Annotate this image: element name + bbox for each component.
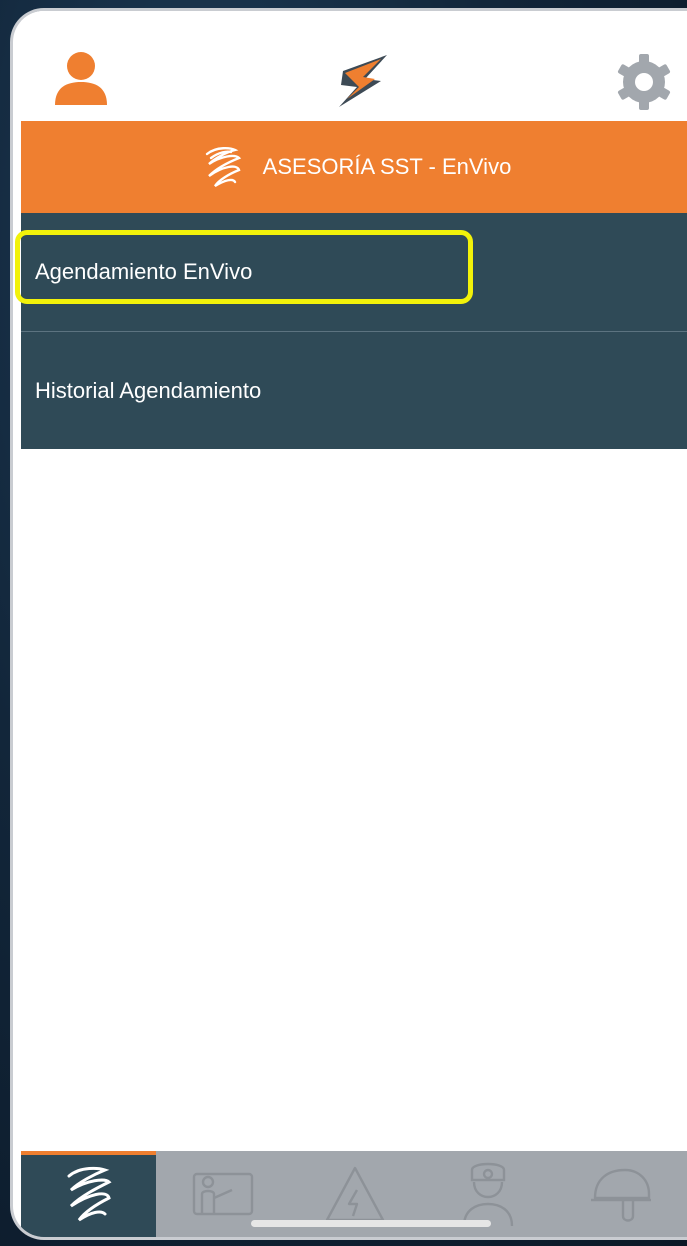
menu-item-historial-agendamiento[interactable]: Historial Agendamiento — [21, 331, 687, 449]
safety-helmet-icon — [590, 1168, 651, 1222]
menu-item-label: Agendamiento EnVivo — [35, 259, 253, 284]
menu-list: Agendamiento EnVivo Historial Agendamien… — [15, 213, 687, 449]
presentation-icon — [193, 1172, 254, 1216]
electric-hazard-icon — [325, 1166, 385, 1222]
gear-icon[interactable] — [615, 53, 673, 111]
menu-item-label: Historial Agendamiento — [35, 377, 262, 403]
scribble-icon — [67, 1166, 112, 1222]
doctor-icon — [462, 1162, 514, 1227]
app-logo-icon[interactable] — [331, 51, 391, 111]
home-indicator[interactable] — [251, 1220, 491, 1227]
app-screen: ASESORÍA SST - EnVivo Agendamiento EnViv… — [15, 11, 687, 1237]
scribble-icon — [205, 147, 241, 188]
bottom-tab-bar — [21, 1151, 687, 1237]
tab-seguridad[interactable] — [554, 1151, 687, 1237]
user-icon[interactable] — [51, 51, 111, 106]
tab-asesoria[interactable] — [21, 1151, 156, 1237]
menu-item-agendamiento-envivo[interactable]: Agendamiento EnVivo — [15, 213, 687, 331]
top-bar — [21, 11, 687, 121]
section-title: ASESORÍA SST - EnVivo — [262, 154, 512, 179]
section-header: ASESORÍA SST - EnVivo — [21, 121, 687, 213]
phone-frame: ASESORÍA SST - EnVivo Agendamiento EnViv… — [10, 8, 687, 1240]
